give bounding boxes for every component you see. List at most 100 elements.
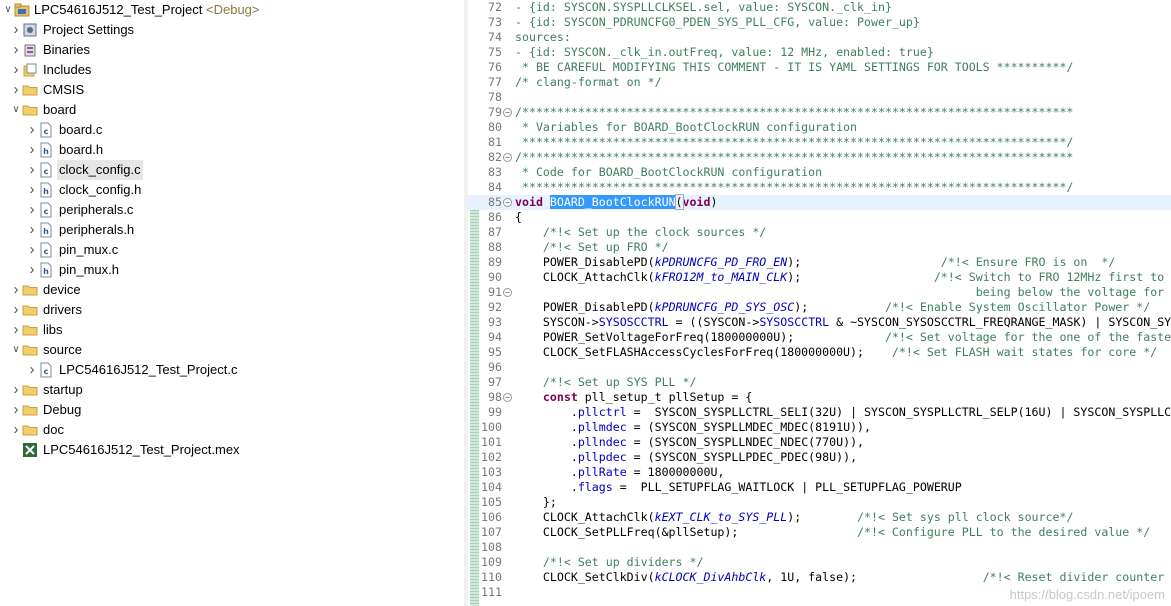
c-file-icon: c bbox=[40, 202, 52, 218]
code-line[interactable]: 92 POWER_DisablePD(kPDRUNCFG_PD_SYS_OSC)… bbox=[468, 300, 1171, 315]
code-line[interactable]: 88 /*!< Set up FRO */ bbox=[468, 240, 1171, 255]
code-line[interactable]: 89 POWER_DisablePD(kPDRUNCFG_PD_FRO_EN);… bbox=[468, 255, 1171, 270]
code-line[interactable]: 104 .flags = PLL_SETUPFLAG_WAITLOCK | PL… bbox=[468, 480, 1171, 495]
fold-toggle-icon[interactable]: − bbox=[503, 198, 512, 207]
project-root[interactable]: ∨ LPC54616J512_Test_Project <Debug> bbox=[0, 0, 464, 20]
chevron-right-icon[interactable]: › bbox=[26, 180, 38, 200]
code-token: kCLOCK_DivAhbClk bbox=[654, 570, 767, 584]
tree-item[interactable]: › c LPC54616J512_Test_Project.c bbox=[0, 360, 464, 380]
tree-item[interactable]: › Debug bbox=[0, 400, 464, 420]
chevron-right-icon[interactable]: › bbox=[26, 240, 38, 260]
code-token: . bbox=[515, 480, 578, 494]
tree-item[interactable]: › Includes bbox=[0, 60, 464, 80]
chevron-right-icon[interactable]: › bbox=[10, 380, 22, 400]
code-editor[interactable]: 72 - {id: SYSCON.SYSPLLCLKSEL.sel, value:… bbox=[468, 0, 1171, 606]
code-token: kPDRUNCFG_PD_SYS_OSC bbox=[654, 300, 795, 314]
chevron-right-icon[interactable]: › bbox=[10, 20, 22, 40]
tree-item[interactable]: › c clock_config.c bbox=[0, 160, 464, 180]
tree-item[interactable]: › device bbox=[0, 280, 464, 300]
tree-item[interactable]: › h board.h bbox=[0, 140, 464, 160]
code-line[interactable]: 102 .pllpdec = (SYSCON_SYSPLLPDEC_PDEC(9… bbox=[468, 450, 1171, 465]
code-line[interactable]: 72 - {id: SYSCON.SYSPLLCLKSEL.sel, value:… bbox=[468, 0, 1171, 15]
fold-toggle-icon[interactable]: − bbox=[503, 108, 512, 117]
chevron-right-icon[interactable]: › bbox=[26, 360, 38, 380]
code-line[interactable]: 107 CLOCK_SetPLLFreq(&pllSetup); /*!< Co… bbox=[468, 525, 1171, 540]
code-line[interactable]: 86 { bbox=[468, 210, 1171, 225]
code-line[interactable]: 100 .pllmdec = (SYSCON_SYSPLLMDEC_MDEC(8… bbox=[468, 420, 1171, 435]
chevron-down-icon[interactable]: ∨ bbox=[2, 0, 14, 20]
code-line[interactable]: 90 CLOCK_AttachClk(kFRO12M_to_MAIN_CLK);… bbox=[468, 270, 1171, 285]
code-line[interactable]: 108 bbox=[468, 540, 1171, 555]
chevron-right-icon[interactable]: › bbox=[26, 160, 38, 180]
chevron-right-icon[interactable]: › bbox=[10, 400, 22, 420]
code-line[interactable]: 110 CLOCK_SetClkDiv(kCLOCK_DivAhbClk, 1U… bbox=[468, 570, 1171, 585]
code-line[interactable]: 79−/************************************… bbox=[468, 105, 1171, 120]
tree-item[interactable]: › drivers bbox=[0, 300, 464, 320]
tree-item[interactable]: › CMSIS bbox=[0, 80, 464, 100]
tree-item[interactable]: › c peripherals.c bbox=[0, 200, 464, 220]
chevron-right-icon[interactable]: › bbox=[10, 420, 22, 440]
code-token: /*!< Switch to FRO 12MHz first to ensure… bbox=[933, 270, 1165, 284]
chevron-right-icon[interactable]: › bbox=[10, 320, 22, 340]
code-line[interactable]: 87 /*!< Set up the clock sources */ bbox=[468, 225, 1171, 240]
tree-item[interactable]: › Binaries bbox=[0, 40, 464, 60]
code-line[interactable]: 74 sources: bbox=[468, 30, 1171, 45]
code-line[interactable]: 85− void BOARD_BootClockRUN(void) bbox=[468, 194, 1171, 210]
fold-toggle-icon[interactable]: − bbox=[503, 393, 512, 402]
tree-item[interactable]: › startup bbox=[0, 380, 464, 400]
tree-item[interactable]: › Project Settings bbox=[0, 20, 464, 40]
code-line[interactable]: 109 /*!< Set up dividers */ bbox=[468, 555, 1171, 570]
fold-toggle-icon[interactable]: − bbox=[503, 153, 512, 162]
code-line[interactable]: 97 /*!< Set up SYS PLL */ bbox=[468, 375, 1171, 390]
chevron-right-icon[interactable]: › bbox=[10, 300, 22, 320]
code-line[interactable]: 96 bbox=[468, 360, 1171, 375]
tree-item[interactable]: › doc bbox=[0, 420, 464, 440]
code-line[interactable]: 77 /* clang-format on */ bbox=[468, 75, 1171, 90]
code-line[interactable]: 103 .pllRate = 180000000U, bbox=[468, 465, 1171, 480]
code-line[interactable]: 93 SYSCON->SYSOSCCTRL = ((SYSCON->SYSOSC… bbox=[468, 315, 1171, 330]
code-line[interactable]: 76 * BE CAREFUL MODIFYING THIS COMMENT -… bbox=[468, 60, 1171, 75]
code-line[interactable]: 101 .pllndec = (SYSCON_SYSPLLNDEC_NDEC(7… bbox=[468, 435, 1171, 450]
code-token: kEXT_CLK_to_SYS_PLL bbox=[654, 510, 788, 524]
tree-item[interactable]: › c pin_mux.c bbox=[0, 240, 464, 260]
code-line[interactable]: 83 * Code for BOARD_BootClockRUN configu… bbox=[468, 165, 1171, 180]
chevron-right-icon[interactable]: › bbox=[10, 60, 22, 80]
code-line[interactable]: 82−/************************************… bbox=[468, 150, 1171, 165]
chevron-right-icon[interactable]: › bbox=[26, 260, 38, 280]
fold-toggle-icon[interactable]: − bbox=[503, 288, 512, 297]
code-line[interactable]: 106 CLOCK_AttachClk(kEXT_CLK_to_SYS_PLL)… bbox=[468, 510, 1171, 525]
tree-item[interactable]: LPC54616J512_Test_Project.mex bbox=[0, 440, 464, 460]
chevron-right-icon[interactable]: › bbox=[26, 140, 38, 160]
code-line[interactable]: 81 *************************************… bbox=[468, 135, 1171, 150]
code-line[interactable]: 75 - {id: SYSCON._clk_in.outFreq, value: … bbox=[468, 45, 1171, 60]
code-line[interactable]: 84 *************************************… bbox=[468, 180, 1171, 195]
code-line[interactable]: 98− const pll_setup_t pllSetup = { bbox=[468, 390, 1171, 405]
chevron-down-icon[interactable]: ∨ bbox=[10, 100, 22, 120]
code-line[interactable]: 95 CLOCK_SetFLASHAccessCyclesForFreq(180… bbox=[468, 345, 1171, 360]
code-line[interactable]: 105 }; bbox=[468, 495, 1171, 510]
code-token: ****************************************… bbox=[515, 180, 1074, 194]
tree-item-label: Debug bbox=[43, 402, 82, 417]
chevron-right-icon[interactable]: › bbox=[10, 80, 22, 100]
tree-item[interactable]: › c board.c bbox=[0, 120, 464, 140]
code-line[interactable]: 78 bbox=[468, 90, 1171, 105]
tree-item[interactable]: › h clock_config.h bbox=[0, 180, 464, 200]
chevron-right-icon[interactable]: › bbox=[10, 40, 22, 60]
chevron-down-icon[interactable]: ∨ bbox=[10, 340, 22, 360]
code-token: & ~SYSCON_SYSOSCCTRL_FREQRANGE_MASK) | S… bbox=[836, 315, 1171, 329]
code-line[interactable]: 73 - {id: SYSCON_PDRUNCFG0_PDEN_SYS_PLL_C… bbox=[468, 15, 1171, 30]
chevron-right-icon[interactable]: › bbox=[26, 120, 38, 140]
code-line[interactable]: 94 POWER_SetVoltageForFreq(180000000U); … bbox=[468, 330, 1171, 345]
code-line[interactable]: 80 * Variables for BOARD_BootClockRUN co… bbox=[468, 120, 1171, 135]
tree-item[interactable]: ∨ board bbox=[0, 100, 464, 120]
code-line[interactable]: 91− being below the voltage for current … bbox=[468, 285, 1171, 300]
chevron-right-icon[interactable]: › bbox=[26, 220, 38, 240]
chevron-right-icon[interactable]: › bbox=[26, 200, 38, 220]
tree-item[interactable]: ∨ source bbox=[0, 340, 464, 360]
tree-item[interactable]: › h peripherals.h bbox=[0, 220, 464, 240]
tree-item[interactable]: › libs bbox=[0, 320, 464, 340]
chevron-right-icon[interactable]: › bbox=[10, 280, 22, 300]
code-line[interactable]: 99 .pllctrl = SYSCON_SYSPLLCTRL_SELI(32U… bbox=[468, 405, 1171, 420]
tree-item[interactable]: › h pin_mux.h bbox=[0, 260, 464, 280]
